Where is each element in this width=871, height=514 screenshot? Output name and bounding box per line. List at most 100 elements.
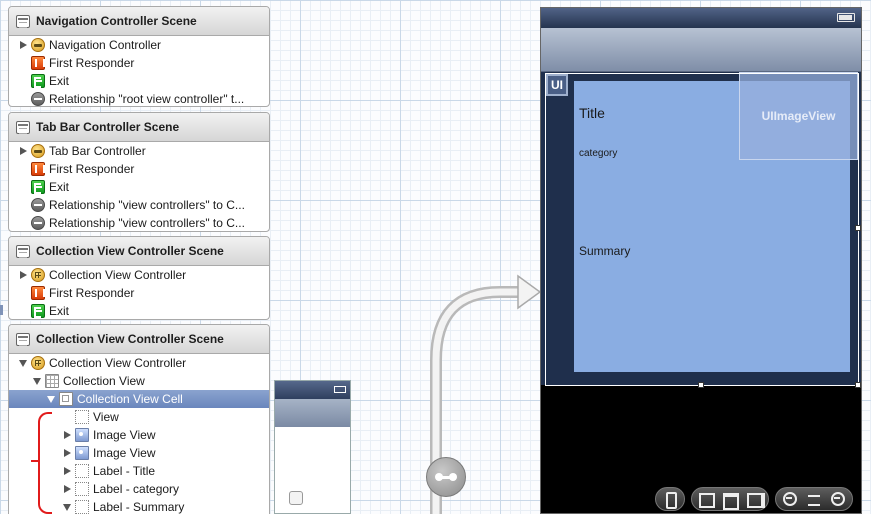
outline-item-exit[interactable]: Exit bbox=[9, 72, 269, 90]
outline-item-label: Exit bbox=[49, 74, 70, 88]
outline-item-exit[interactable]: Exit bbox=[9, 302, 269, 319]
pin-icon[interactable] bbox=[722, 492, 739, 510]
image-view-icon bbox=[75, 446, 89, 460]
disclosure-triangle-icon[interactable] bbox=[61, 480, 73, 498]
resize-handle-bottom-right[interactable] bbox=[855, 382, 861, 388]
scene-header[interactable]: Collection View Controller Scene bbox=[9, 325, 269, 354]
disclosure-triangle-icon[interactable] bbox=[61, 462, 73, 480]
align-icon[interactable] bbox=[698, 492, 715, 508]
layout-group bbox=[691, 487, 769, 511]
first-responder-icon bbox=[31, 56, 45, 70]
battery-icon bbox=[334, 386, 346, 393]
collection-view-icon bbox=[45, 374, 59, 388]
scene-header[interactable]: Navigation Controller Scene bbox=[9, 7, 269, 36]
disclosure-triangle-icon[interactable] bbox=[17, 36, 29, 54]
ui-element-badge: UI bbox=[546, 74, 568, 96]
disclosure-triangle-icon[interactable] bbox=[31, 372, 43, 390]
outline-item-label: First Responder bbox=[49, 162, 135, 176]
exit-icon bbox=[31, 74, 45, 88]
battery-icon bbox=[837, 13, 855, 22]
document-outline: Navigation Controller Scene Navigation C… bbox=[0, 0, 276, 514]
navigation-bar bbox=[275, 399, 350, 427]
collection-view-cell-selection[interactable] bbox=[545, 73, 859, 386]
outline-item-label: First Responder bbox=[49, 56, 135, 70]
scene-header[interactable]: Collection View Controller Scene bbox=[9, 237, 269, 266]
disclosure-triangle-icon[interactable] bbox=[61, 426, 73, 444]
outline-item-relationship[interactable]: Relationship "view controllers" to C... bbox=[9, 214, 269, 231]
scene-title: Collection View Controller Scene bbox=[36, 244, 224, 258]
segue-link-icon[interactable] bbox=[426, 457, 466, 497]
disclosure-triangle-icon[interactable] bbox=[17, 142, 29, 160]
scene-items: Navigation Controller First Responder Ex… bbox=[9, 36, 269, 106]
outline-item-relationship[interactable]: Relationship "root view controller" t... bbox=[9, 90, 269, 106]
outline-item-label: Collection View bbox=[63, 374, 145, 388]
outline-item-label: Label - Title bbox=[93, 464, 156, 478]
scene-collection-view-controller: Collection View Controller Scene Collect… bbox=[8, 236, 270, 320]
canvas-toolbar bbox=[655, 487, 853, 511]
outline-item-label: First Responder bbox=[49, 286, 135, 300]
disclosure-triangle-icon[interactable] bbox=[45, 390, 57, 408]
scene-title: Collection View Controller Scene bbox=[36, 332, 224, 346]
resize-handle-right[interactable] bbox=[855, 225, 861, 231]
relationship-icon bbox=[31, 198, 45, 212]
scene-items: Collection View Controller First Respond… bbox=[9, 266, 269, 319]
collection-view-controller-thumbnail[interactable] bbox=[274, 380, 351, 514]
outline-item-exit[interactable]: Exit bbox=[9, 178, 269, 196]
view-icon bbox=[75, 410, 89, 424]
disclosure-triangle-icon[interactable] bbox=[61, 444, 73, 462]
storyboard-scene[interactable]: Title category Summary UIImageView UI bbox=[540, 7, 862, 514]
outline-item-tab-bar-controller[interactable]: Tab Bar Controller bbox=[9, 142, 269, 160]
scene-icon bbox=[16, 332, 30, 346]
outline-item-label: Label - category bbox=[93, 482, 180, 496]
relationship-icon bbox=[31, 92, 45, 106]
outline-item-label: Image View bbox=[93, 428, 156, 442]
red-annotation-bracket bbox=[31, 412, 52, 514]
outline-item-label: Label - Summary bbox=[93, 500, 185, 514]
selection-marker bbox=[0, 305, 3, 315]
outline-item-collection-view[interactable]: Collection View bbox=[9, 372, 269, 390]
collection-view-controller-icon bbox=[31, 356, 45, 370]
status-bar bbox=[541, 8, 861, 28]
outline-item-first-responder[interactable]: First Responder bbox=[9, 284, 269, 302]
outline-item-relationship[interactable]: Relationship "view controllers" to C... bbox=[9, 196, 269, 214]
tab-bar-controller-icon bbox=[31, 144, 45, 158]
scene-icon bbox=[16, 120, 30, 134]
label-icon bbox=[75, 482, 89, 496]
scene-tab-bar-controller: Tab Bar Controller Scene Tab Bar Control… bbox=[8, 112, 270, 232]
outline-item-collection-view-controller[interactable]: Collection View Controller bbox=[9, 266, 269, 284]
relationship-icon bbox=[31, 216, 45, 230]
outline-item-first-responder[interactable]: First Responder bbox=[9, 54, 269, 72]
device-group bbox=[655, 487, 685, 511]
outline-item-label: Collection View Controller bbox=[49, 356, 187, 370]
outline-item-label: View bbox=[93, 410, 119, 424]
navigation-bar[interactable] bbox=[541, 28, 861, 72]
back-button-icon[interactable] bbox=[289, 491, 303, 505]
resize-handle-bottom[interactable] bbox=[698, 382, 704, 388]
outline-item-collection-view-cell[interactable]: Collection View Cell bbox=[9, 390, 269, 408]
zoom-out-icon[interactable] bbox=[782, 492, 798, 506]
outline-item-label: Image View bbox=[93, 446, 156, 460]
disclosure-triangle-icon[interactable] bbox=[17, 266, 29, 284]
outline-item-label: Exit bbox=[49, 180, 70, 194]
scene-header[interactable]: Tab Bar Controller Scene bbox=[9, 113, 269, 142]
zoom-group bbox=[775, 487, 853, 511]
outline-item-label: Collection View Controller bbox=[49, 268, 187, 282]
zoom-fit-icon[interactable] bbox=[806, 492, 822, 506]
outline-item-label: Exit bbox=[49, 304, 70, 318]
disclosure-triangle-icon[interactable] bbox=[17, 354, 29, 372]
device-orientation-icon[interactable] bbox=[662, 492, 678, 509]
zoom-in-icon[interactable] bbox=[830, 492, 846, 506]
label-icon bbox=[75, 500, 89, 514]
scene-title: Navigation Controller Scene bbox=[36, 14, 197, 28]
resize-icon[interactable] bbox=[746, 492, 765, 508]
scene-items: Tab Bar Controller First Responder Exit … bbox=[9, 142, 269, 231]
scene-icon bbox=[16, 14, 30, 28]
scene-icon bbox=[16, 244, 30, 258]
collection-view-controller-icon bbox=[31, 268, 45, 282]
outline-item-first-responder[interactable]: First Responder bbox=[9, 160, 269, 178]
outline-item-collection-view-controller[interactable]: Collection View Controller bbox=[9, 354, 269, 372]
disclosure-triangle-icon[interactable] bbox=[61, 498, 73, 514]
collection-view-cell-icon bbox=[59, 392, 73, 406]
first-responder-icon bbox=[31, 286, 45, 300]
outline-item-navigation-controller[interactable]: Navigation Controller bbox=[9, 36, 269, 54]
